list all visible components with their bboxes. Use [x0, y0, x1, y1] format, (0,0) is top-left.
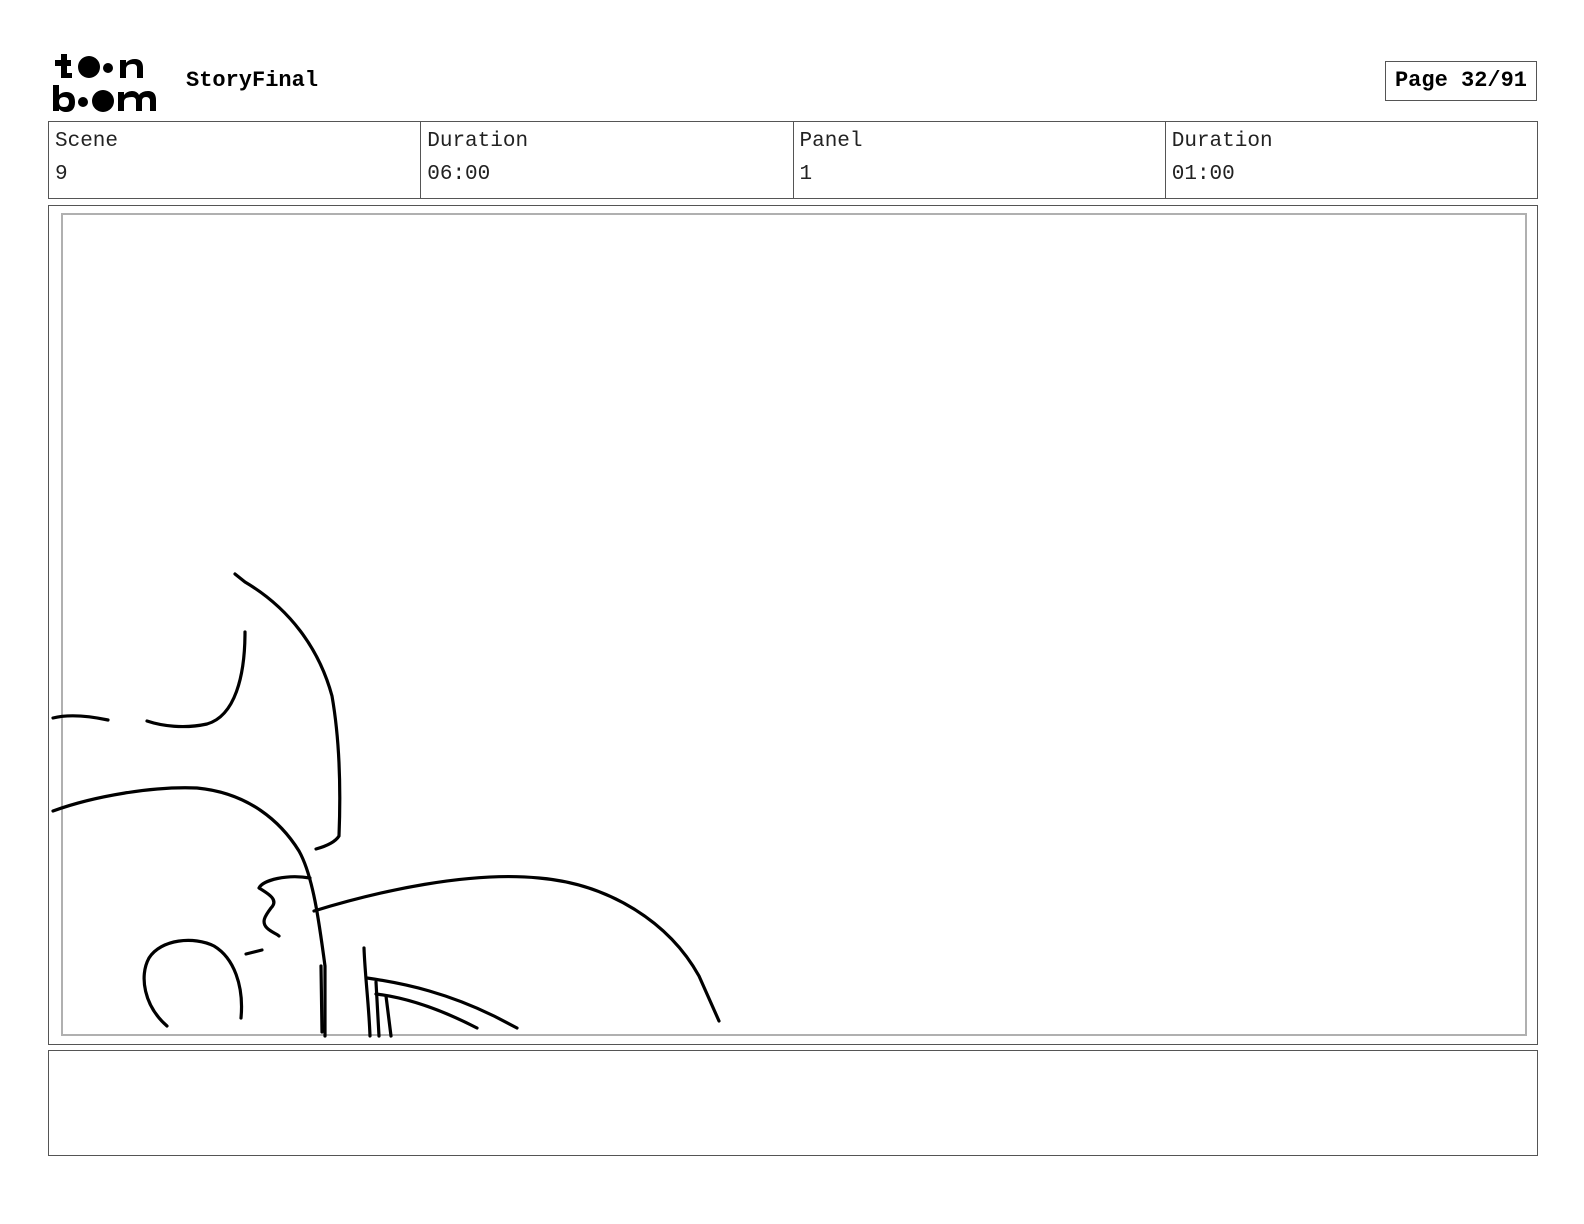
panel-sketch: [51, 572, 721, 1038]
scene-cell: Scene 9: [49, 122, 420, 198]
notes-box: [48, 1050, 1538, 1156]
panel-label: Panel: [799, 130, 863, 153]
page-indicator: Page 32/91: [1385, 61, 1537, 101]
scene-duration-label: Duration: [427, 130, 529, 153]
storyboard-panel: [48, 205, 1538, 1045]
panel-duration-cell: Duration 01:00: [1164, 122, 1537, 198]
scene-value: 9: [55, 163, 68, 186]
panel-value: 1: [799, 163, 813, 186]
scene-duration-cell: Duration 06:00: [420, 122, 792, 198]
scene-info-table: Scene 9 Duration 06:00 Panel 1 Duration …: [48, 121, 1538, 199]
toon-boom-logo: [53, 54, 156, 112]
panel-cell: Panel 1: [792, 122, 1165, 198]
project-title: StoryFinal: [186, 68, 319, 93]
scene-duration-value: 06:00: [427, 163, 491, 186]
panel-duration-value: 01:00: [1171, 163, 1235, 186]
scene-label: Scene: [55, 130, 119, 153]
panel-duration-label: Duration: [1171, 130, 1273, 153]
